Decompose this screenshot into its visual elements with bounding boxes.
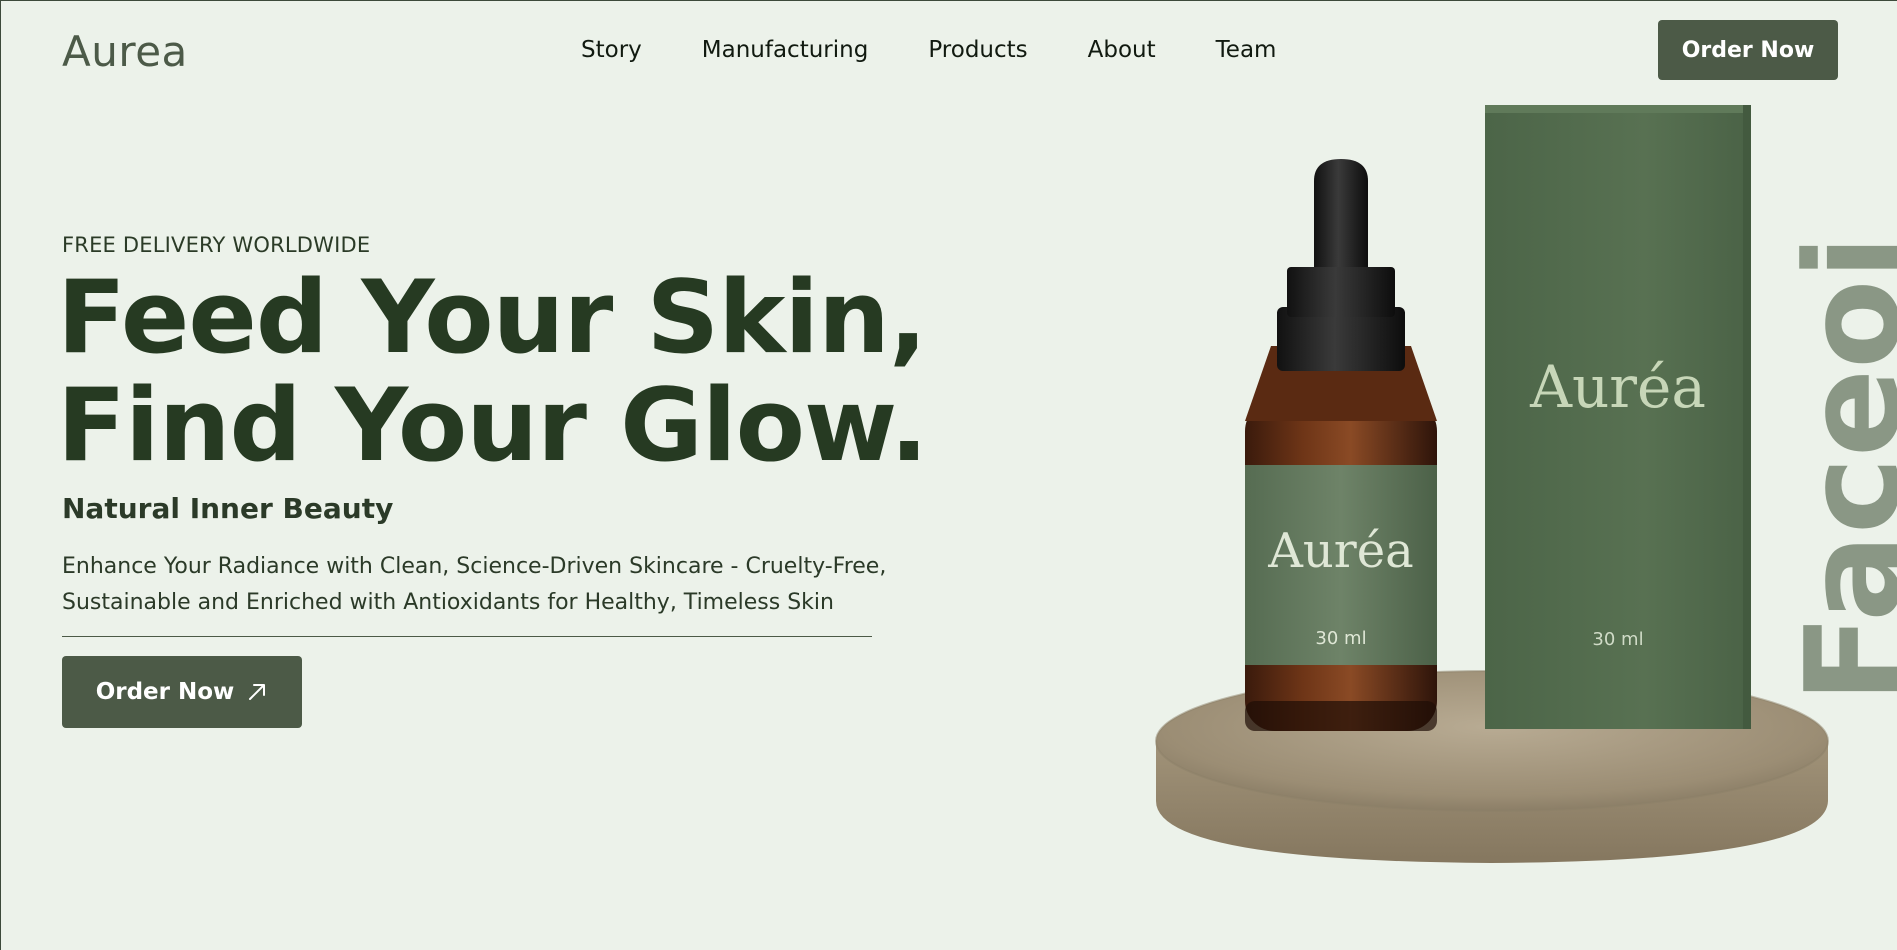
bottle-brand-label: Auréa xyxy=(1268,523,1414,579)
hero-order-button[interactable]: Order Now xyxy=(62,656,302,728)
faceoil-word: Faceoil xyxy=(1781,243,1897,703)
nav-item-about[interactable]: About xyxy=(1088,37,1156,63)
nav-item-team[interactable]: Team xyxy=(1216,37,1277,63)
box-brand-label: Auréa xyxy=(1530,353,1706,421)
delivery-eyebrow: FREE DELIVERY WORLDWIDE xyxy=(62,233,371,257)
faceoil-vertical-text: Faceoil xyxy=(1781,243,1897,703)
hero-subhead: Natural Inner Beauty xyxy=(62,492,394,525)
hero-divider xyxy=(62,636,872,637)
header-order-button[interactable]: Order Now xyxy=(1658,20,1838,80)
nav-item-products[interactable]: Products xyxy=(928,37,1027,63)
hero-order-label: Order Now xyxy=(95,679,235,705)
arrow-up-right-icon xyxy=(249,684,266,700)
headline-line-1: Feed Your Skin, xyxy=(57,258,927,376)
box-volume-label: 30 ml xyxy=(1592,629,1644,650)
brand-logo[interactable]: Aurea xyxy=(62,27,188,76)
headline-line-2: Find Your Glow. xyxy=(57,366,928,484)
nav-item-manufacturing[interactable]: Manufacturing xyxy=(702,37,869,63)
main-nav: Story Manufacturing Products About Team xyxy=(581,37,1276,63)
hero-description: Enhance Your Radiance with Clean, Scienc… xyxy=(62,554,887,615)
bottle-volume-label: 30 ml xyxy=(1315,628,1367,649)
hero-headline: Feed Your Skin, Find Your Glow. xyxy=(57,263,928,479)
nav-item-story[interactable]: Story xyxy=(581,37,642,63)
